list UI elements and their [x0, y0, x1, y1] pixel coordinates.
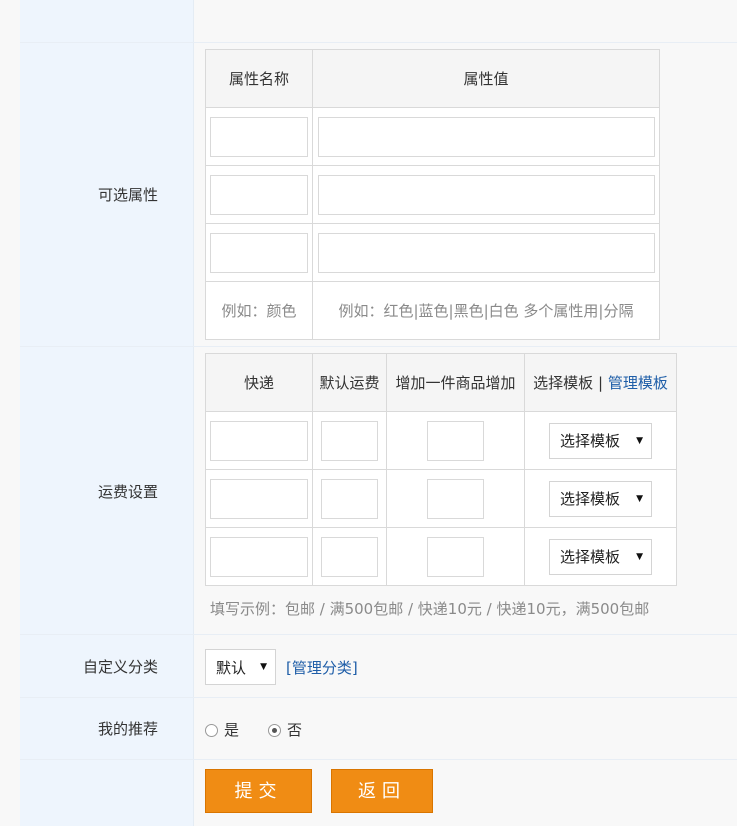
- template-header: 选择模板 | 管理模板: [524, 353, 677, 412]
- attribute-name-example: 例如：颜色: [205, 281, 313, 340]
- table-row: 选择模板 ▼: [205, 411, 677, 470]
- shipping-header-row: 快递 默认运费 增加一件商品增加 选择模板 | 管理模板: [205, 353, 677, 412]
- table-row: [205, 107, 660, 166]
- attribute-name-input[interactable]: [210, 174, 308, 215]
- attribute-name-input[interactable]: [210, 116, 308, 157]
- attributes-header-row: 属性名称 属性值: [205, 49, 660, 108]
- category-select-value: 默认: [216, 658, 247, 677]
- radio-unchecked-icon[interactable]: [205, 724, 218, 737]
- table-row: [205, 165, 660, 224]
- extra-fee-input[interactable]: [427, 420, 484, 461]
- product-form: 可选属性 属性名称 属性值 例如：颜色 例如：红色|蓝色|黑色|白色 多个属性用…: [0, 0, 737, 826]
- left-margin: [0, 0, 20, 826]
- chevron-down-icon: ▼: [260, 662, 267, 672]
- chevron-down-icon: ▼: [636, 493, 643, 504]
- row-divider: [20, 697, 737, 698]
- attribute-value-header: 属性值: [312, 49, 660, 108]
- recommend-no-label: 否: [287, 721, 303, 739]
- shipping-label: 运费设置: [97, 483, 158, 501]
- row-divider: [20, 634, 737, 635]
- template-select[interactable]: 选择模板 ▼: [549, 422, 652, 459]
- table-row: 选择模板 ▼: [205, 527, 677, 586]
- row-divider: [20, 759, 737, 760]
- extra-fee-header: 增加一件商品增加: [386, 353, 525, 412]
- template-select-value: 选择模板: [560, 490, 621, 508]
- recommend-yes-label: 是: [224, 721, 240, 739]
- attribute-name-input[interactable]: [210, 232, 308, 273]
- back-button[interactable]: 返回: [331, 769, 433, 813]
- template-select-value: 选择模板: [560, 432, 621, 450]
- row-divider: [20, 42, 737, 43]
- default-fee-input[interactable]: [321, 420, 378, 461]
- table-row: [205, 223, 660, 282]
- attribute-name-header: 属性名称: [205, 49, 313, 108]
- courier-input[interactable]: [210, 536, 308, 577]
- recommend-yes-option[interactable]: 是: [205, 719, 239, 740]
- recommend-no-option[interactable]: 否: [268, 719, 302, 740]
- attributes-table: 属性名称 属性值 例如：颜色 例如：红色|蓝色|黑色|白色 多个属性用|分隔: [205, 49, 660, 340]
- attribute-value-input[interactable]: [317, 232, 655, 273]
- template-select-value: 选择模板: [560, 548, 621, 566]
- template-header-label: 选择模板: [533, 374, 594, 392]
- courier-input[interactable]: [210, 420, 308, 461]
- attribute-value-input[interactable]: [317, 116, 655, 157]
- default-fee-input[interactable]: [321, 478, 378, 519]
- shipping-example: 填写示例：包邮 / 满500包邮 / 快递10元 / 快递10元，满500包邮: [210, 600, 650, 618]
- default-fee-input[interactable]: [321, 536, 378, 577]
- label-column: [20, 0, 194, 826]
- attribute-value-input[interactable]: [317, 174, 655, 215]
- template-select[interactable]: 选择模板 ▼: [549, 480, 652, 517]
- extra-fee-input[interactable]: [427, 536, 484, 577]
- chevron-down-icon: ▼: [636, 435, 643, 446]
- courier-header: 快递: [205, 353, 313, 412]
- category-label: 自定义分类: [82, 658, 158, 676]
- category-select[interactable]: 默认 ▼: [205, 649, 276, 685]
- manage-template-link[interactable]: 管理模板: [608, 374, 668, 392]
- template-select[interactable]: 选择模板 ▼: [549, 538, 652, 575]
- recommend-label: 我的推荐: [97, 720, 158, 738]
- courier-input[interactable]: [210, 478, 308, 519]
- attributes-example-row: 例如：颜色 例如：红色|蓝色|黑色|白色 多个属性用|分隔: [205, 281, 660, 340]
- submit-button[interactable]: 提交: [205, 769, 312, 813]
- attribute-value-example: 例如：红色|蓝色|黑色|白色 多个属性用|分隔: [312, 281, 660, 340]
- chevron-down-icon: ▼: [636, 551, 643, 562]
- row-divider: [20, 346, 737, 347]
- header-separator: |: [597, 374, 604, 392]
- radio-checked-icon[interactable]: [268, 724, 281, 737]
- shipping-table: 快递 默认运费 增加一件商品增加 选择模板 | 管理模板 选择模板 ▼ 选择模板 ▼…: [205, 353, 677, 586]
- manage-category-link[interactable]: [管理分类]: [286, 657, 358, 678]
- extra-fee-input[interactable]: [427, 478, 484, 519]
- attributes-label: 可选属性: [97, 186, 158, 204]
- default-fee-header: 默认运费: [312, 353, 387, 412]
- table-row: 选择模板 ▼: [205, 469, 677, 528]
